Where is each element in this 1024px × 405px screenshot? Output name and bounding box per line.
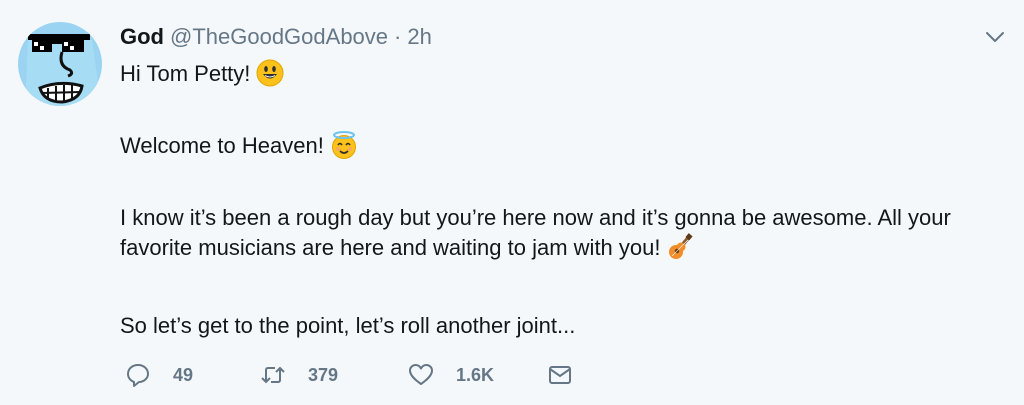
tweet-paragraph-4: So let’s get to the point, let’s roll an… (120, 311, 575, 341)
tweet-paragraph-2: Welcome to Heaven! (120, 131, 358, 161)
paragraph-text: Hi Tom Petty! (120, 61, 251, 86)
guitar-emoji-icon (669, 233, 694, 259)
smiley-emoji-icon (256, 59, 284, 87)
tweet-header: God @TheGoodGodAbove · 2h (120, 22, 980, 52)
separator: · (394, 24, 402, 49)
direct-message-button[interactable] (547, 362, 573, 388)
tweet-actions: 49 379 1.6K (125, 362, 585, 388)
retweet-button[interactable]: 379 (260, 362, 338, 388)
tweet[interactable]: God @TheGoodGodAbove · 2h Hi Tom Petty! … (0, 0, 1024, 405)
reply-count: 49 (173, 364, 194, 385)
avatar[interactable] (18, 22, 102, 106)
chevron-down-icon[interactable] (984, 26, 1006, 48)
user-handle[interactable]: @TheGoodGodAbove (170, 22, 388, 52)
paragraph-text: Welcome to Heaven! (120, 133, 324, 158)
tweet-paragraph-1: Hi Tom Petty! (120, 59, 284, 89)
like-button[interactable]: 1.6K (408, 362, 494, 388)
reply-button[interactable]: 49 (125, 362, 193, 388)
display-name[interactable]: God (120, 22, 164, 52)
heart-icon (409, 364, 433, 385)
timestamp[interactable]: 2h (407, 22, 431, 52)
avatar-sunglasses-face-icon (18, 22, 102, 106)
retweet-count: 379 (308, 364, 339, 385)
retweet-icon (261, 366, 285, 384)
envelope-icon (549, 366, 571, 384)
paragraph-text: So let’s get to the point, let’s roll an… (120, 313, 576, 338)
tweet-paragraph-3: I know it’s been a rough day but you’re … (120, 203, 990, 263)
halo-smile-emoji-icon (331, 131, 356, 159)
like-count: 1.6K (456, 364, 495, 385)
reply-icon (127, 364, 149, 387)
paragraph-text: I know it’s been a rough day but you’re … (120, 205, 951, 260)
